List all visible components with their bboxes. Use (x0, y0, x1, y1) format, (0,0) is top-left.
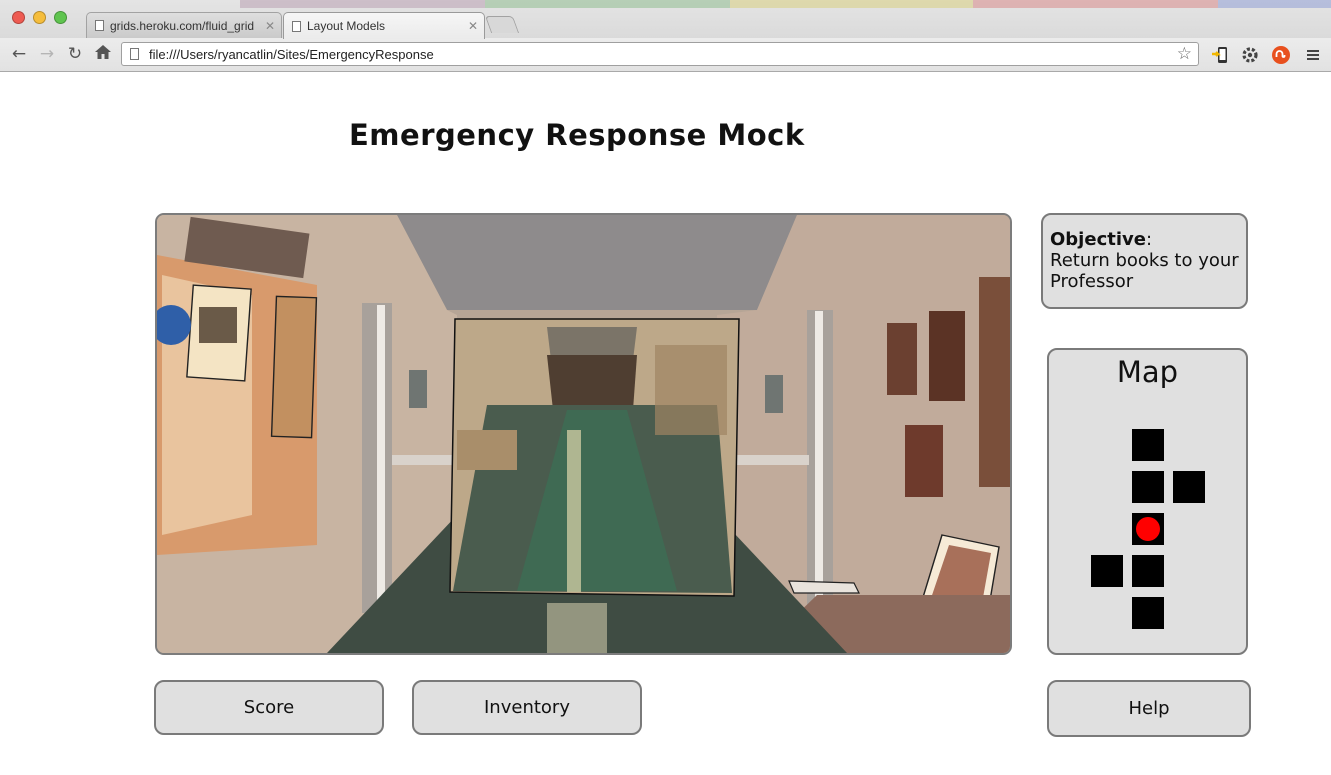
inventory-button[interactable]: Inventory (412, 680, 642, 735)
map-room (1132, 471, 1164, 503)
browser-chrome: grids.heroku.com/fluid_grid ✕ Layout Mod… (0, 0, 1331, 72)
objective-text: Return books to your Professor (1050, 250, 1239, 292)
address-url[interactable]: file:///Users/ryancatlin/Sites/Emergency… (149, 47, 1177, 62)
address-bar[interactable]: file:///Users/ryancatlin/Sites/Emergency… (121, 42, 1199, 66)
objective-colon: : (1145, 229, 1153, 250)
scene-view[interactable] (155, 213, 1012, 655)
extension-icon[interactable] (1211, 46, 1229, 64)
close-icon[interactable]: ✕ (468, 19, 478, 33)
close-icon[interactable]: ✕ (265, 19, 275, 33)
map-room (1091, 555, 1123, 587)
back-icon[interactable]: ← (8, 43, 30, 65)
hallway-scene-image (157, 215, 1010, 653)
help-button[interactable]: Help (1047, 680, 1251, 737)
tab-strip-bg (730, 0, 973, 8)
home-icon[interactable] (92, 43, 114, 65)
tab-fluid-grid[interactable]: grids.heroku.com/fluid_grid ✕ (86, 12, 282, 38)
page-icon (95, 20, 104, 31)
toolbar: ← → ↻ file:///Users/ryancatlin/Sites/Eme… (0, 38, 1331, 71)
score-button[interactable]: Score (154, 680, 384, 735)
tab-title: grids.heroku.com/fluid_grid (110, 18, 255, 33)
map-room (1132, 429, 1164, 461)
reload-icon[interactable]: ↻ (64, 43, 86, 65)
map-title: Map (1116, 355, 1179, 389)
tab-strip-bg (240, 0, 485, 8)
objective-panel: Objective: Return books to your Professo… (1041, 213, 1248, 309)
player-marker (1136, 517, 1160, 541)
page-icon (292, 20, 301, 32)
tab-title: Layout Models (307, 19, 386, 33)
menu-icon[interactable] (1304, 46, 1322, 64)
tab-strip-bg (1218, 0, 1331, 8)
wrench-icon[interactable] (1241, 46, 1259, 64)
map-room (1132, 597, 1164, 629)
map-panel: Map (1047, 348, 1248, 655)
page-icon (130, 48, 139, 60)
map-room-current (1132, 513, 1164, 545)
minimize-window-button[interactable] (33, 11, 46, 24)
star-icon[interactable]: ☆ (1177, 44, 1192, 64)
map-room (1132, 555, 1164, 587)
tab-strip-bg (485, 0, 730, 8)
map-room (1173, 471, 1205, 503)
tab-strip: grids.heroku.com/fluid_grid ✕ Layout Mod… (0, 0, 1331, 39)
objective-heading: Objective (1050, 229, 1146, 250)
tab-layout-models[interactable]: Layout Models ✕ (283, 12, 485, 39)
new-tab-button[interactable] (484, 16, 520, 33)
stumbleupon-icon[interactable] (1272, 46, 1290, 64)
close-window-button[interactable] (12, 11, 25, 24)
page-title: Emergency Response Mock (349, 118, 805, 152)
tab-strip-bg (973, 0, 1218, 8)
forward-icon[interactable]: → (36, 43, 58, 65)
zoom-window-button[interactable] (54, 11, 67, 24)
